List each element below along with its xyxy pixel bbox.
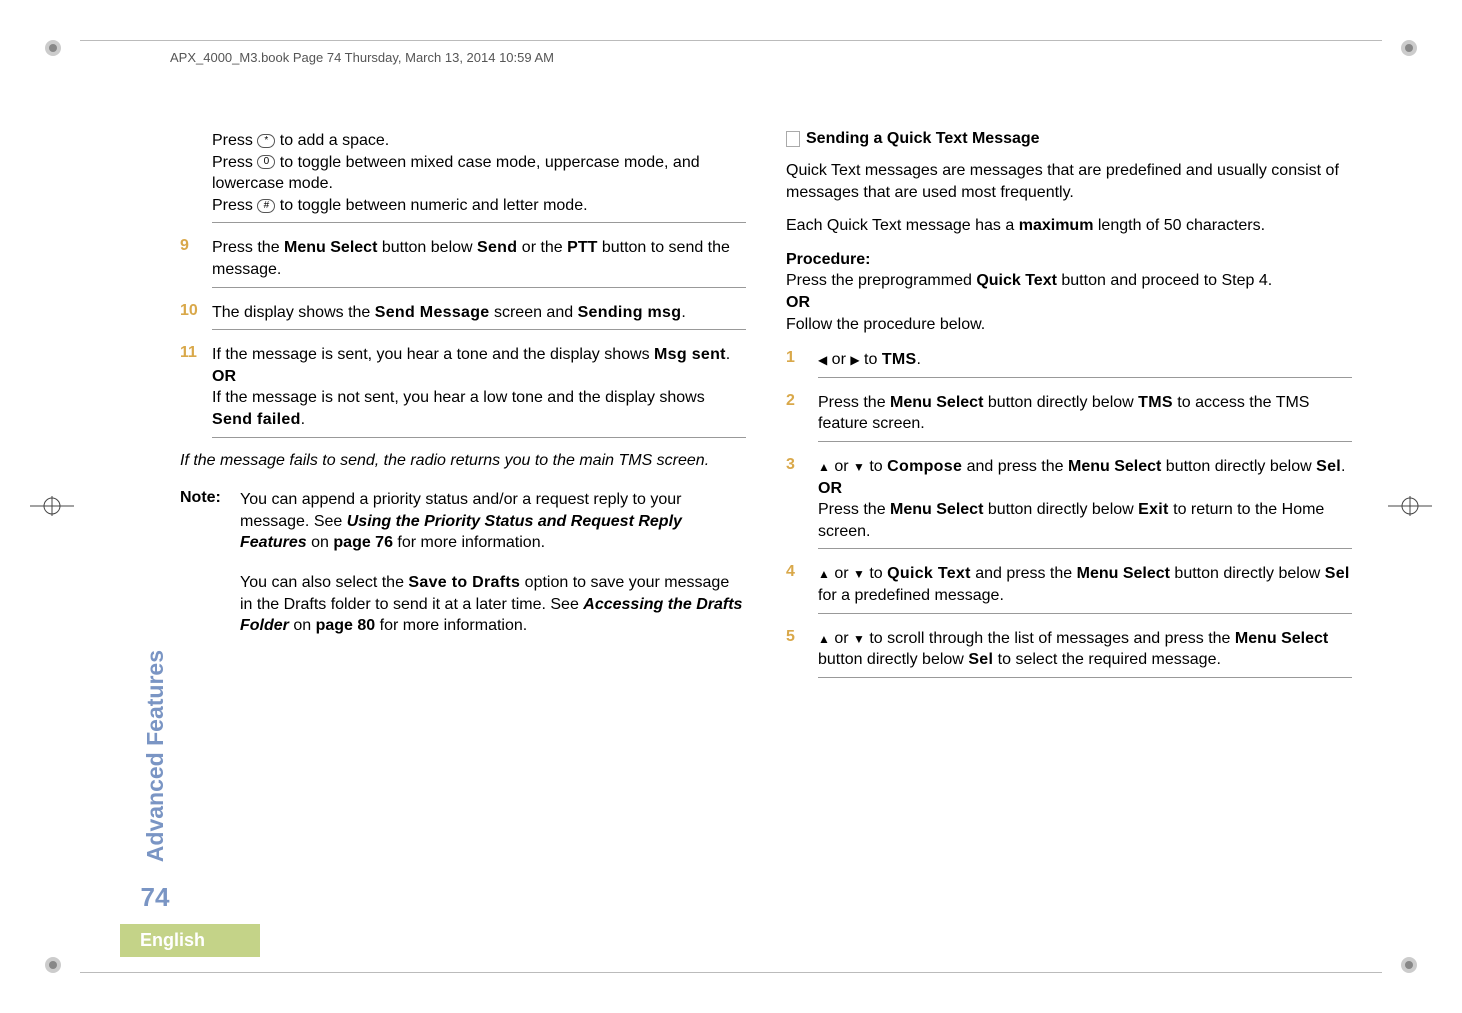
step-number: 4 (786, 563, 818, 613)
or-label: OR (818, 478, 1352, 500)
page-reference: page 76 (333, 534, 393, 551)
body-text: Press the Menu Select button directly be… (818, 499, 1352, 542)
crop-mark-icon (43, 955, 63, 975)
page-reference: page 80 (316, 617, 376, 634)
up-arrow-icon: ▲ (818, 460, 830, 474)
step-number: 1 (786, 349, 818, 378)
body-text: Press the Menu Select button below Send … (212, 237, 746, 280)
down-arrow-icon: ▼ (853, 460, 865, 474)
divider (818, 377, 1352, 378)
step: 3 ▲ or ▼ to Compose and press the Menu S… (786, 456, 1352, 549)
step: 10 The display shows the Send Message sc… (180, 302, 746, 331)
left-column: Press * to add a space. Press 0 to toggl… (180, 130, 746, 913)
register-mark-icon (30, 496, 74, 516)
step: 9 Press the Menu Select button below Sen… (180, 237, 746, 287)
step: 1 ◀ or ▶ to TMS. (786, 349, 1352, 378)
divider (818, 548, 1352, 549)
body-text: You can also select the Save to Drafts o… (240, 572, 746, 637)
body-text: ◀ or ▶ to TMS. (818, 349, 1352, 371)
key-icon: * (257, 134, 275, 148)
body-text: If the message fails to send, the radio … (180, 450, 746, 472)
document-icon (786, 131, 800, 147)
body-text: Press * to add a space. (212, 130, 746, 152)
body-text: If the message is sent, you hear a tone … (212, 344, 746, 366)
divider (212, 222, 746, 223)
section-heading: Sending a Quick Text Message (786, 130, 1352, 148)
page-header: APX_4000_M3.book Page 74 Thursday, March… (170, 50, 554, 65)
step-number: 2 (786, 392, 818, 442)
divider (818, 613, 1352, 614)
step-number: 3 (786, 456, 818, 549)
step: 2 Press the Menu Select button directly … (786, 392, 1352, 442)
body-text: Follow the procedure below. (786, 314, 1352, 336)
key-icon: # (257, 199, 275, 213)
divider (212, 287, 746, 288)
section-title: Advanced Features (142, 650, 169, 862)
note-label: Note: (180, 489, 240, 637)
step: 4 ▲ or ▼ to Quick Text and press the Men… (786, 563, 1352, 613)
body-text: If the message is not sent, you hear a l… (212, 387, 746, 430)
divider (818, 677, 1352, 678)
procedure-label: Procedure: (786, 249, 1352, 271)
body-text: ▲ or ▼ to Compose and press the Menu Sel… (818, 456, 1352, 478)
or-label: OR (212, 366, 746, 388)
left-arrow-icon: ◀ (818, 353, 827, 367)
page-content: Advanced Features 74 Press * to add a sp… (140, 130, 1352, 913)
heading-text: Sending a Quick Text Message (806, 130, 1040, 148)
body-text: ▲ or ▼ to Quick Text and press the Menu … (818, 563, 1352, 606)
step-number: 10 (180, 302, 212, 331)
body-text: Quick Text messages are messages that ar… (786, 160, 1352, 203)
right-arrow-icon: ▶ (850, 353, 859, 367)
sidebar: Advanced Features 74 (140, 130, 170, 913)
right-column: Sending a Quick Text Message Quick Text … (786, 130, 1352, 913)
body-text: ▲ or ▼ to scroll through the list of mes… (818, 628, 1352, 671)
step-number: 5 (786, 628, 818, 678)
or-label: OR (786, 292, 1352, 314)
body-text: The display shows the Send Message scree… (212, 302, 746, 324)
register-mark-icon (1388, 496, 1432, 516)
divider (212, 437, 746, 438)
step: 5 ▲ or ▼ to scroll through the list of m… (786, 628, 1352, 678)
body-text: You can append a priority status and/or … (240, 489, 746, 554)
crop-mark-icon (43, 38, 63, 58)
body-text: Press 0 to toggle between mixed case mod… (212, 152, 746, 195)
body-text: Each Quick Text message has a maximum le… (786, 215, 1352, 237)
step-number: 11 (180, 344, 212, 437)
down-arrow-icon: ▼ (853, 567, 865, 581)
step: 11 If the message is sent, you hear a to… (180, 344, 746, 437)
divider (818, 441, 1352, 442)
language-label: English (120, 924, 260, 957)
step-number: 9 (180, 237, 212, 287)
divider (212, 329, 746, 330)
note: Note: You can append a priority status a… (180, 489, 746, 637)
down-arrow-icon: ▼ (853, 632, 865, 646)
body-text: Press the preprogrammed Quick Text butto… (786, 270, 1352, 292)
body-text: Press # to toggle between numeric and le… (212, 195, 746, 217)
page-number: 74 (141, 882, 170, 913)
up-arrow-icon: ▲ (818, 567, 830, 581)
crop-mark-icon (1399, 38, 1419, 58)
crop-mark-icon (1399, 955, 1419, 975)
body-text: Press the Menu Select button directly be… (818, 392, 1352, 435)
key-icon: 0 (257, 155, 275, 169)
up-arrow-icon: ▲ (818, 632, 830, 646)
